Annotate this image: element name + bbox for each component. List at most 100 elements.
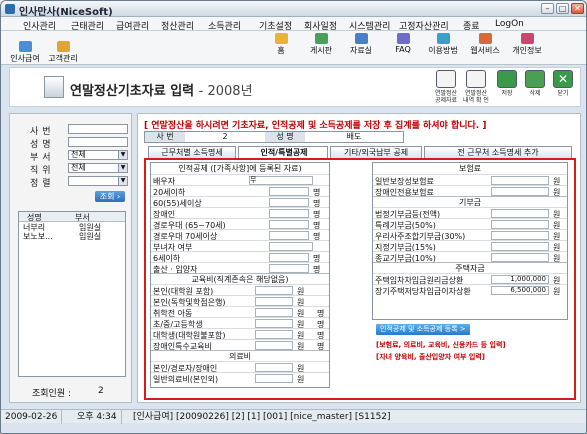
register-deductions-button[interactable]: 인적공제 및 소득공제 등록 > <box>376 324 470 335</box>
list-item[interactable]: 보노보... 임원실 <box>19 231 125 241</box>
personal-row: 출산 · 입양자 명 <box>151 262 329 274</box>
menu-logon[interactable]: LogOn <box>495 19 524 29</box>
amount-input[interactable] <box>255 319 293 328</box>
insurance-row: 장애인전용보험료 원 <box>373 185 567 197</box>
delete-button[interactable]: 삭제 <box>522 70 548 97</box>
chevron-down-icon: ▼ <box>118 164 127 172</box>
amount-input[interactable] <box>491 209 549 218</box>
maximize-button[interactable]: □ <box>556 3 569 14</box>
status-session: [인사급여] [20090226] [2] [1] [001] [nice_ma… <box>133 412 391 422</box>
amount-input[interactable] <box>255 308 293 317</box>
toolbar-faq[interactable]: FAQ <box>381 33 425 54</box>
amount-input[interactable] <box>255 374 293 383</box>
sort-select[interactable]: ▼ <box>68 176 128 186</box>
personal-header: 인적공제 ([가족사항]에 등록된 자료) <box>178 164 302 173</box>
amount-input[interactable] <box>255 286 293 295</box>
help-text-2: [자녀 양육비, 출산입양자 여부 입력] <box>376 353 485 361</box>
insurance-row: 일반보장성보험료 원 <box>373 174 567 186</box>
minimize-button[interactable]: – <box>541 3 554 14</box>
settlement-check-button[interactable]: 연말정산내역 확 인 <box>463 70 489 104</box>
chevron-down-icon: ▼ <box>118 151 127 159</box>
donation-row: 종교기부금(10%) 원 <box>373 251 567 263</box>
close-window-button[interactable]: ✕ <box>571 3 584 14</box>
toolbar-customer[interactable]: 고객관리 <box>41 41 85 64</box>
medical-row: 본인/경로자/장애인 원 <box>151 361 329 373</box>
close-x-icon: ✕ <box>553 70 573 88</box>
status-time: 오후 4:34 <box>73 410 122 424</box>
education-row: 취학전 아동 원 명 <box>151 306 329 318</box>
donation-row: 지정기부금(15%) 원 <box>373 240 567 252</box>
webservice-icon <box>478 33 492 44</box>
main-panel: [ 연말정산을 하시려면 기초자료, 인적공제 및 소득공제를 저장 후 집계를… <box>137 113 581 403</box>
count-input[interactable] <box>269 198 309 207</box>
save-icon <box>497 70 517 88</box>
page-title: 연말정산기초자료 입력 - 2008년 <box>70 84 253 99</box>
count-input[interactable] <box>269 264 309 273</box>
tab-income-by-workplace[interactable]: 근무처별 소득명세 <box>148 146 236 158</box>
save-button[interactable]: 저장 <box>494 70 520 97</box>
toolbar-howto[interactable]: 이용방법 <box>421 33 465 56</box>
position-select[interactable]: 전체 ▼ <box>68 163 128 173</box>
toolbar-board[interactable]: 게시판 <box>299 33 343 56</box>
tab-personal-special[interactable]: 인적/특별공제 <box>238 146 328 158</box>
count-input[interactable] <box>269 220 309 229</box>
insurance-header: 보험료 <box>458 164 482 173</box>
toolbar-home[interactable]: 홈 <box>259 33 303 56</box>
amount-input[interactable] <box>491 253 549 262</box>
amount-input[interactable] <box>255 363 293 372</box>
emp-no-input[interactable] <box>68 124 128 134</box>
tab-prev-workplace[interactable]: 전 근무처 소득명세 추가 <box>424 146 572 158</box>
amount-input[interactable] <box>491 176 549 185</box>
education-row: 대학생(대학원불포함) 원 명 <box>151 328 329 340</box>
tab-strip: 근무처별 소득명세 인적/특별공제 기타/외국납부 공제 전 근무처 소득명세 … <box>144 146 576 158</box>
education-row: 본인(대학원 포함) 원 <box>151 284 329 296</box>
education-row: 초/중/고등학생 원 명 <box>151 317 329 329</box>
amount-input[interactable] <box>255 297 293 306</box>
name-input[interactable] <box>68 137 128 147</box>
amount-input[interactable] <box>255 330 293 339</box>
trash-icon <box>525 70 545 88</box>
tab-other-foreign[interactable]: 기타/외국납부 공제 <box>330 146 422 158</box>
count-input[interactable] <box>269 187 309 196</box>
label-sort: 정렬 <box>30 179 55 189</box>
education-row: 장애인특수교육비 원 명 <box>151 339 329 351</box>
title-bar: 인사만사(NiceSoft) – □ ✕ <box>1 1 586 18</box>
app-window: 인사만사(NiceSoft) – □ ✕ 인사관리 근태관리 급여관리 정산관리… <box>0 0 587 434</box>
menu-bar: 인사관리 근태관리 급여관리 정산관리 소득관리 기초설정 회사일정 시스템관리… <box>1 17 586 32</box>
label-position: 직위 <box>30 166 55 176</box>
personal-row: 경로우대 70세이상 명 <box>151 229 329 241</box>
amount-input[interactable]: 1,000,000 <box>491 275 549 284</box>
count-input[interactable] <box>269 231 309 240</box>
toolbar-webservice[interactable]: 웹서비스 <box>463 33 507 56</box>
amount-input[interactable] <box>491 220 549 229</box>
settlement-check-icon <box>466 70 486 88</box>
housing-row: 장기주택저당차입금이자상환 6,500,000 원 <box>373 284 567 296</box>
personal-row: 60(55)세이상 명 <box>151 196 329 208</box>
search-button[interactable]: 조회 › <box>95 191 125 202</box>
amount-input[interactable] <box>491 231 549 240</box>
page-header: 연말정산기초자료 입력 - 2008년 연말정산 공제자료 연말정산내역 확 인… <box>9 67 581 107</box>
personal-info-icon <box>520 33 534 44</box>
dept-select[interactable]: 전체 ▼ <box>68 150 128 160</box>
status-bar: 2009-02-26 오후 4:34 [인사급여] [20090226] [2]… <box>1 409 586 424</box>
amount-input[interactable] <box>491 242 549 251</box>
count-input[interactable] <box>269 209 309 218</box>
amount-input[interactable]: 6,500,000 <box>491 286 549 295</box>
personal-row: 장애인 명 <box>151 207 329 219</box>
deduction-data-button[interactable]: 연말정산 공제자료 <box>433 70 459 104</box>
female-head-select[interactable] <box>269 242 313 251</box>
count-input[interactable] <box>269 253 309 262</box>
list-item[interactable]: 너부리 임원실 <box>19 222 125 232</box>
close-button[interactable]: ✕ 닫기 <box>550 70 576 97</box>
library-icon <box>354 33 368 44</box>
label-emp-no: 사번 <box>30 127 55 137</box>
housing-row: 주택임차차입금원리금상환 1,000,000 원 <box>373 273 567 285</box>
amount-input[interactable] <box>491 187 549 196</box>
toolbar-personal-info[interactable]: 개인정보 <box>505 33 549 56</box>
amount-input[interactable] <box>255 341 293 350</box>
spouse-select[interactable]: 무 <box>249 176 313 185</box>
donation-row: 특례기부금(50%) 원 <box>373 218 567 230</box>
personal-row: 6세이하 명 <box>151 251 329 263</box>
toolbar-library[interactable]: 자료실 <box>339 33 383 56</box>
document-icon <box>44 76 64 98</box>
